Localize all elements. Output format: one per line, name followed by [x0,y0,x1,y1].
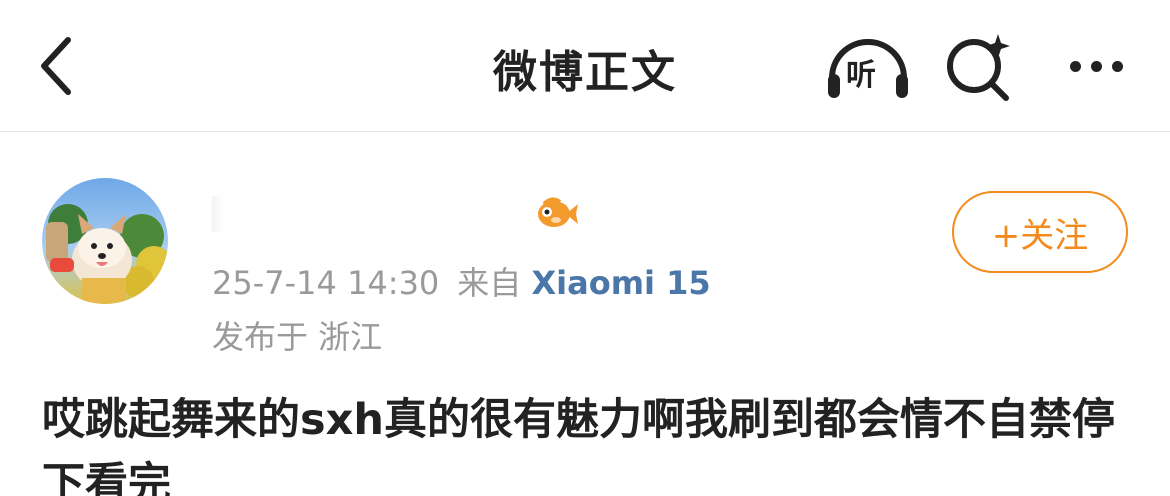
post-timestamp: 25-7-14 14:30 [212,264,440,302]
avatar[interactable] [42,178,168,304]
post-location: 发布于 浙江 [212,318,383,356]
source-prefix: 来自 [457,264,522,302]
dog-avatar [42,178,168,304]
listen-button[interactable]: 听 [822,28,914,104]
post-body-text: 哎跳起舞来的sxh真的很有魅力啊我刷到都会情不自禁停下看完 [42,395,1115,496]
listen-label: 听 [846,58,876,93]
username-redacted[interactable] [212,196,532,232]
follow-label: +关注 [991,215,1089,256]
more-dots-icon [1111,60,1123,72]
user-badge [534,190,580,236]
top-navigation-bar: 微博正文 听 [0,0,1170,132]
sparkle-search-icon [947,34,1010,101]
more-button[interactable] [1056,40,1136,92]
follow-button[interactable]: +关注 [952,191,1128,273]
more-dots-icon [1090,60,1102,72]
search-button[interactable] [940,28,1020,104]
orange-fish-badge-icon [538,197,578,227]
post-meta: 25-7-14 14:30 来自 Xiaomi 15 [212,258,711,304]
more-dots-icon [1069,60,1081,72]
source-device-link[interactable]: Xiaomi 15 [531,264,710,302]
